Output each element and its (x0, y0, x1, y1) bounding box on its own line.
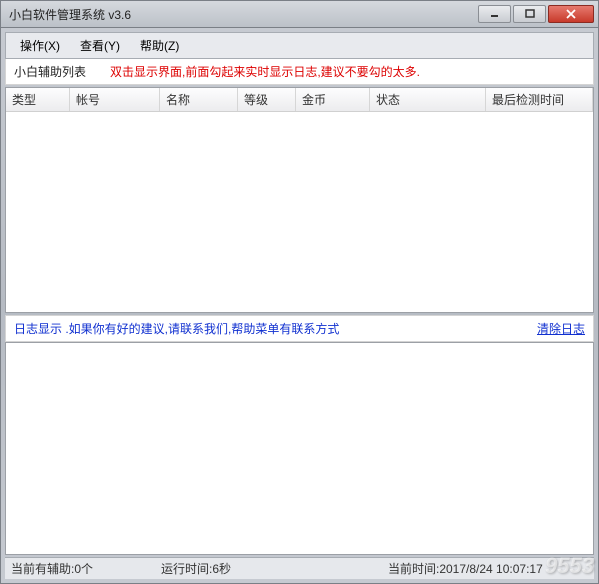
statusbar: 当前有辅助:0个 运行时间:6秒 当前时间:2017/8/24 10:07:17 (5, 557, 594, 579)
col-last-check[interactable]: 最后检测时间 (486, 88, 593, 111)
col-account[interactable]: 帐号 (70, 88, 160, 111)
menubar: 操作(X) 查看(Y) 帮助(Z) (5, 32, 594, 59)
status-helper-count: 当前有辅助:0个 (11, 560, 161, 577)
helper-list-hint: 双击显示界面,前面勾起来实时显示日志,建议不要勾的太多. (110, 63, 420, 80)
client-area: 操作(X) 查看(Y) 帮助(Z) 小白辅助列表 双击显示界面,前面勾起来实时显… (0, 28, 599, 584)
col-level[interactable]: 等级 (238, 88, 296, 111)
log-header-text: 日志显示 .如果你有好的建议,请联系我们,帮助菜单有联系方式 (14, 320, 537, 337)
col-name[interactable]: 名称 (160, 88, 238, 111)
minimize-button[interactable] (478, 5, 511, 23)
helper-table: 类型 帐号 名称 等级 金币 状态 最后检测时间 (5, 87, 594, 313)
helper-list-title: 小白辅助列表 (14, 63, 86, 80)
close-button[interactable] (548, 5, 594, 23)
status-current-time: 当前时间:2017/8/24 10:07:17 (388, 560, 588, 577)
col-gold[interactable]: 金币 (296, 88, 370, 111)
maximize-button[interactable] (513, 5, 546, 23)
col-type[interactable]: 类型 (6, 88, 70, 111)
menu-operate[interactable]: 操作(X) (10, 35, 70, 56)
status-runtime: 运行时间:6秒 (161, 560, 388, 577)
window-title: 小白软件管理系统 v3.6 (9, 6, 476, 23)
menu-view[interactable]: 查看(Y) (70, 35, 130, 56)
menu-help[interactable]: 帮助(Z) (130, 35, 189, 56)
log-textarea[interactable] (6, 343, 593, 554)
clear-log-link[interactable]: 清除日志 (537, 320, 585, 337)
helper-table-body[interactable] (6, 112, 593, 312)
window-buttons (476, 5, 594, 23)
log-container (5, 342, 594, 555)
window-titlebar: 小白软件管理系统 v3.6 (0, 0, 599, 28)
table-rows-empty (6, 112, 593, 312)
col-status[interactable]: 状态 (370, 88, 486, 111)
helper-list-header: 小白辅助列表 双击显示界面,前面勾起来实时显示日志,建议不要勾的太多. (5, 59, 594, 85)
helper-table-head: 类型 帐号 名称 等级 金币 状态 最后检测时间 (6, 88, 593, 112)
log-header: 日志显示 .如果你有好的建议,请联系我们,帮助菜单有联系方式 清除日志 (5, 315, 594, 342)
